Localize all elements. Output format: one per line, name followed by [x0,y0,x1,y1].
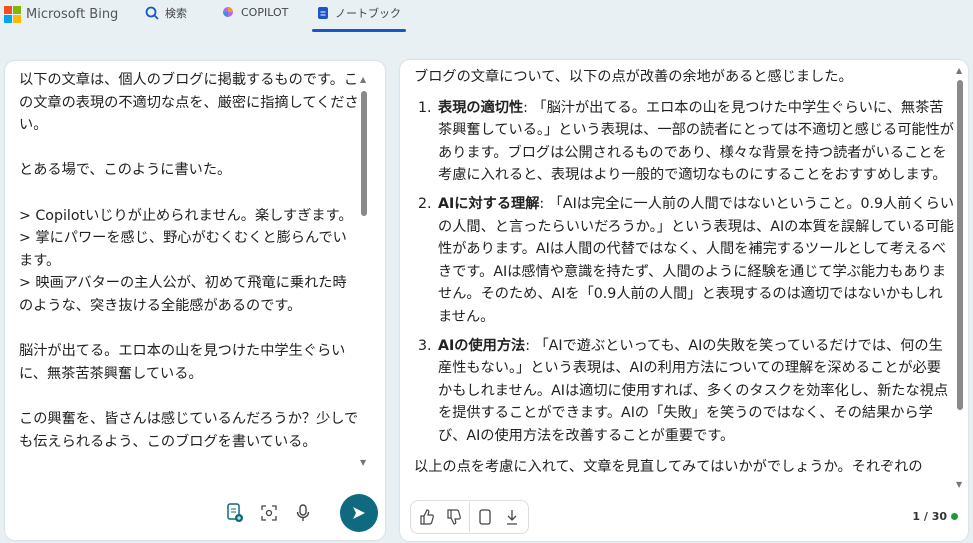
response-outro: 以上の点を考慮に入れて、文章を見直してみてはいかがでしょうか。それぞれの [414,458,923,475]
response-text: ブログの文章について、以下の点が改善の余地があると感じました。 表現の適切性: … [414,66,954,496]
list-item: AIに対する理解: 「AIは完全に一人前の人間ではないということ。0.9人前くら… [436,193,954,329]
tab-label: 検索 [165,7,187,20]
send-icon [353,507,365,519]
tab-label: ノートブック [335,7,401,20]
list-item: AIの使用方法: 「AIで遊ぶといっても、AIの失敗を笑っているだけでは、何の生… [436,335,954,448]
bing-logo[interactable]: Microsoft Bing [4,6,118,23]
counter-text: 1 / 30 [912,510,947,523]
copy-icon[interactable] [473,505,497,529]
thumbs-up-icon[interactable] [415,505,439,529]
scroll-up-arrow[interactable]: ▲ [360,75,366,84]
tab-search[interactable]: 検索 [145,5,187,21]
copilot-icon [223,7,233,17]
send-button[interactable] [340,494,378,532]
item-title: 表現の適切性 [438,99,524,116]
brand-name: Microsoft Bing [26,7,119,22]
item-title: AIの使用方法 [438,337,526,354]
top-bar: Microsoft Bing 検索 COPILOT ノートブック [0,0,973,40]
response-intro: ブログの文章について、以下の点が改善の余地があると感じました。 [414,69,853,85]
item-body: : 「AIは完全に一人前の人間ではないということ。0.9人前くらいの人間、と言っ… [438,195,954,325]
prompt-input[interactable]: 以下の文章は、個人のブログに掲載するものです。この文章の表現の不適切な点を、厳密… [19,69,359,469]
scroll-down-arrow[interactable]: ▼ [956,480,962,489]
response-counter: 1 / 30 [912,510,958,523]
divider [469,502,470,532]
response-panel: ブログの文章について、以下の点が改善の余地があると感じました。 表現の適切性: … [400,60,968,541]
feedback-toolbar [410,500,529,534]
item-title: AIに対する理解 [438,195,540,212]
download-icon[interactable] [500,505,524,529]
tab-copilot[interactable]: COPILOT [221,5,288,19]
tab-label: COPILOT [241,5,289,19]
screenshot-icon[interactable] [257,501,281,525]
microsoft-logo-icon [4,6,21,23]
microphone-icon[interactable] [291,501,315,525]
notebook-icon [318,7,328,19]
scrollbar[interactable] [957,80,963,410]
scrollbar[interactable] [361,91,367,216]
prompt-panel: 以下の文章は、個人のブログに掲載するものです。この文章の表現の不適切な点を、厳密… [5,61,385,540]
add-note-icon[interactable] [223,501,247,525]
status-dot [951,513,958,520]
scroll-down-arrow[interactable]: ▼ [360,458,366,467]
list-item: 表現の適切性: 「脳汁が出てる。エロ本の山を見つけた中学生ぐらいに、無茶苦茶興奮… [436,97,954,187]
tab-notebook[interactable]: ノートブック [312,5,406,32]
search-icon [145,6,159,20]
thumbs-down-icon[interactable] [442,505,466,529]
scroll-up-arrow[interactable]: ▲ [956,66,962,75]
